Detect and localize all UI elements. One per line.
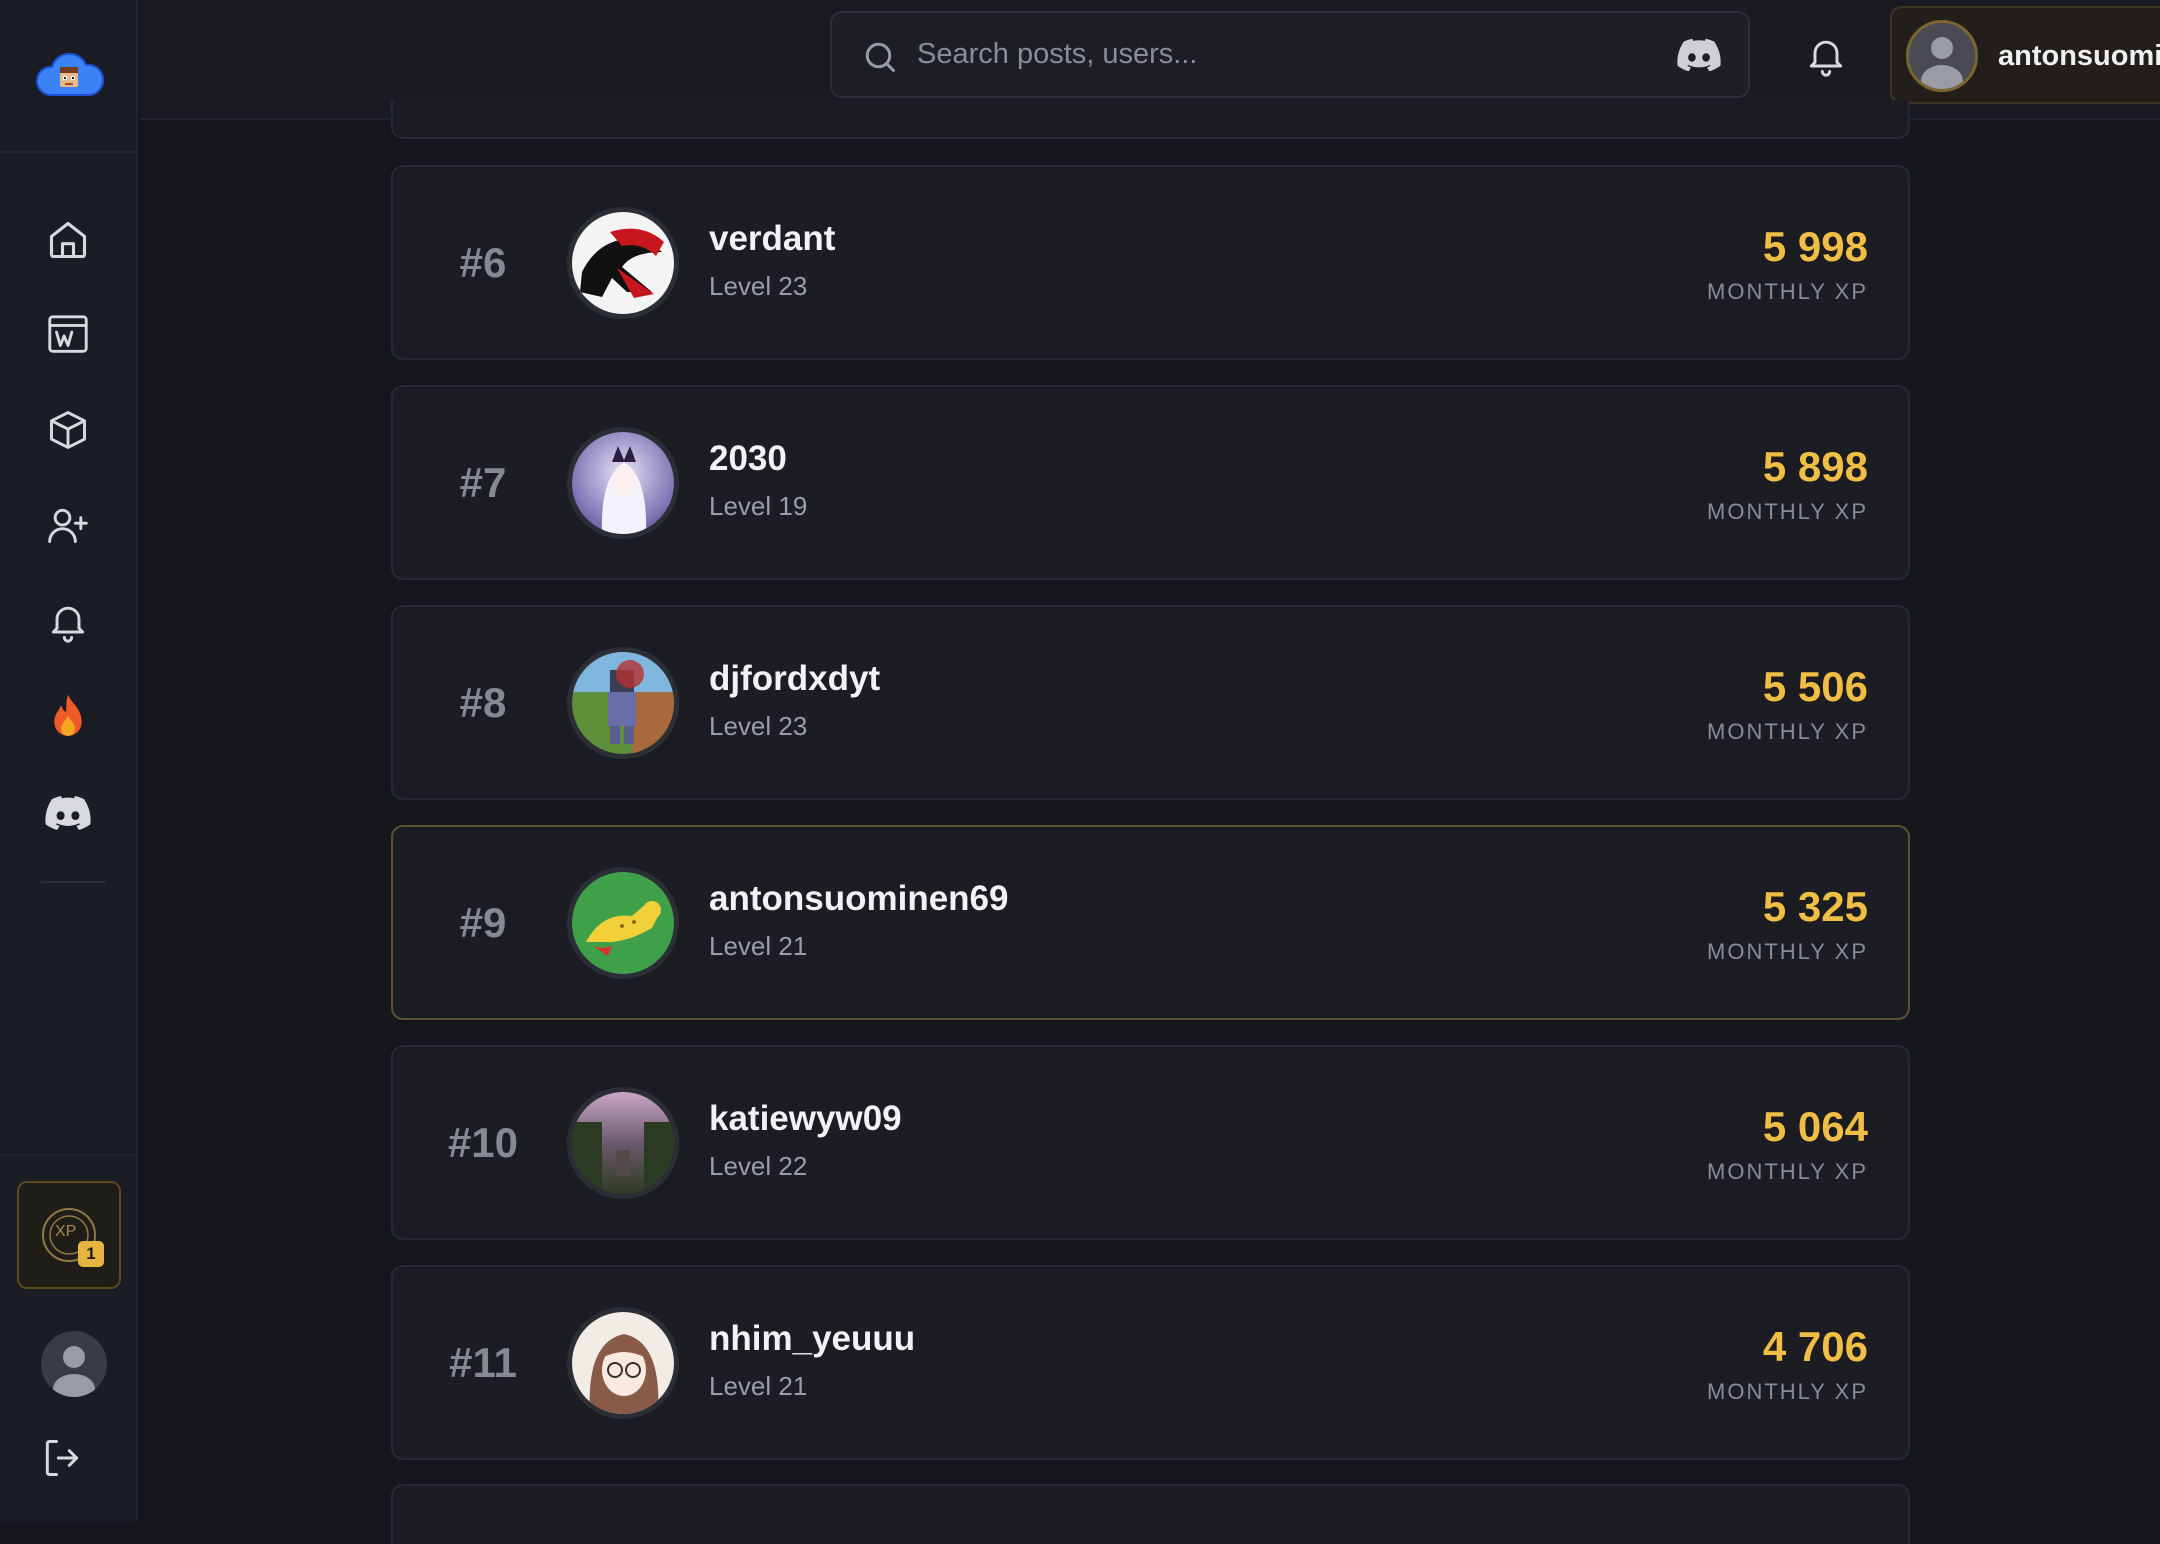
user-avatar[interactable] [567,647,679,759]
sidebar-item-trending[interactable] [34,683,102,751]
monthly-xp-value: 5 506 [1762,663,1868,710]
monthly-xp-label: MONTHLY XP [1707,939,1868,964]
leaderboard-row[interactable]: #7 2030 Level 19 5 898 MONTHLY XP [391,385,1910,580]
wiki-icon [48,315,88,353]
user-avatar[interactable] [567,867,679,979]
monthly-xp-value: 5 998 [1762,223,1868,270]
rank-number: #10 [447,1119,519,1166]
user-menu-button[interactable]: antonsuominen69 [1890,6,2160,104]
user-level: Level 21 [709,931,808,961]
user-level: Level 23 [709,711,808,741]
username[interactable]: djfordxdyt [709,659,880,699]
xp-coin-label: XP [55,1223,77,1240]
sidebar: XP 1 [0,0,138,1521]
leaderboard-row[interactable]: #8 djfordxdyt Level 23 5 506 MONTHLY XP [391,605,1910,800]
monthly-xp-label: MONTHLY XP [1707,1159,1868,1184]
monthly-xp-label: MONTHLY XP [1707,1379,1868,1404]
user-level: Level 23 [709,271,808,301]
notifications-bell-icon[interactable] [1804,32,1848,78]
user-avatar[interactable] [567,1087,679,1199]
search-input[interactable] [917,13,1597,96]
rank-number: #6 [459,239,507,286]
user-level: Level 22 [709,1151,808,1181]
logout-icon [45,1440,79,1476]
monthly-xp-value: 5 064 [1762,1103,1868,1150]
roblox-avatar-icon [572,652,674,754]
anime-girl-avatar-icon [572,1312,674,1414]
user-avatar[interactable] [567,207,679,319]
logo[interactable] [0,0,138,153]
home-icon [49,221,87,259]
user-level: Level 19 [709,491,808,521]
bell-icon [51,606,85,643]
user-avatar[interactable] [567,427,679,539]
sidebar-item-wiki[interactable] [34,300,102,368]
sidebar-bottom-divider [0,1154,138,1156]
monthly-xp-value: 5 325 [1762,883,1868,930]
add-user-icon [48,508,88,543]
search-bar[interactable] [830,11,1750,98]
sidebar-item-notifications[interactable] [34,587,102,655]
cloud-logo-icon [35,52,104,96]
rank-number: #11 [449,1339,517,1386]
leaderboard-row-current-user[interactable]: #9 antonsuominen69 Level 21 5 325 MONTHL… [391,825,1910,1020]
sidebar-item-discord[interactable] [34,779,102,847]
rank-number: #8 [459,679,507,726]
rank-number: #7 [459,459,507,506]
list-item-partial [391,100,1910,139]
xp-rewards-button[interactable]: XP 1 [17,1181,121,1289]
forest-avatar-icon [572,1092,674,1194]
user-level: Level 21 [709,1371,808,1401]
monthly-xp-label: MONTHLY XP [1707,719,1868,744]
user-avatar[interactable] [567,1307,679,1419]
username[interactable]: 2030 [709,439,787,479]
sidebar-item-add-friend[interactable] [34,491,102,559]
discord-icon [45,796,91,830]
anime-avatar-icon [572,432,674,534]
monthly-xp-value: 5 898 [1762,443,1868,490]
leaderboard-row[interactable]: #10 katiewyw09 Level 22 5 064 MONTHLY XP [391,1045,1910,1240]
default-avatar-icon [1921,37,1963,89]
monthly-xp-value: 4 706 [1762,1323,1868,1370]
cube-icon [50,411,86,449]
monthly-xp-label: MONTHLY XP [1707,499,1868,524]
username[interactable]: verdant [709,219,835,259]
sidebar-divider [41,881,106,883]
xp-count-badge: 1 [78,1241,104,1267]
fire-icon [54,694,82,736]
user-avatar [1906,20,1978,92]
search-icon [865,42,895,72]
list-item-partial [391,1484,1910,1544]
default-avatar-icon [53,1346,95,1397]
logout-button[interactable] [40,1436,84,1480]
leaderboard-row[interactable]: #6 verdant Level 23 5 998 MONTHLY XP [391,165,1910,360]
rank-number: #9 [459,899,507,946]
monthly-xp-label: MONTHLY XP [1707,279,1868,304]
username[interactable]: antonsuominen69 [709,879,1008,919]
sidebar-item-cube[interactable] [34,396,102,464]
discord-search-icon[interactable] [1676,35,1722,75]
username[interactable]: katiewyw09 [709,1099,902,1139]
user-name: antonsuominen69 [1998,40,2160,72]
sidebar-item-home[interactable] [34,206,102,274]
username[interactable]: nhim_yeuuu [709,1319,915,1359]
verdant-avatar-icon [572,212,674,314]
cheetah-avatar-icon [572,872,674,974]
sidebar-avatar[interactable] [41,1331,107,1397]
leaderboard-row[interactable]: #11 nhim_yeuuu Level 21 4 706 MONTHLY XP [391,1265,1910,1460]
